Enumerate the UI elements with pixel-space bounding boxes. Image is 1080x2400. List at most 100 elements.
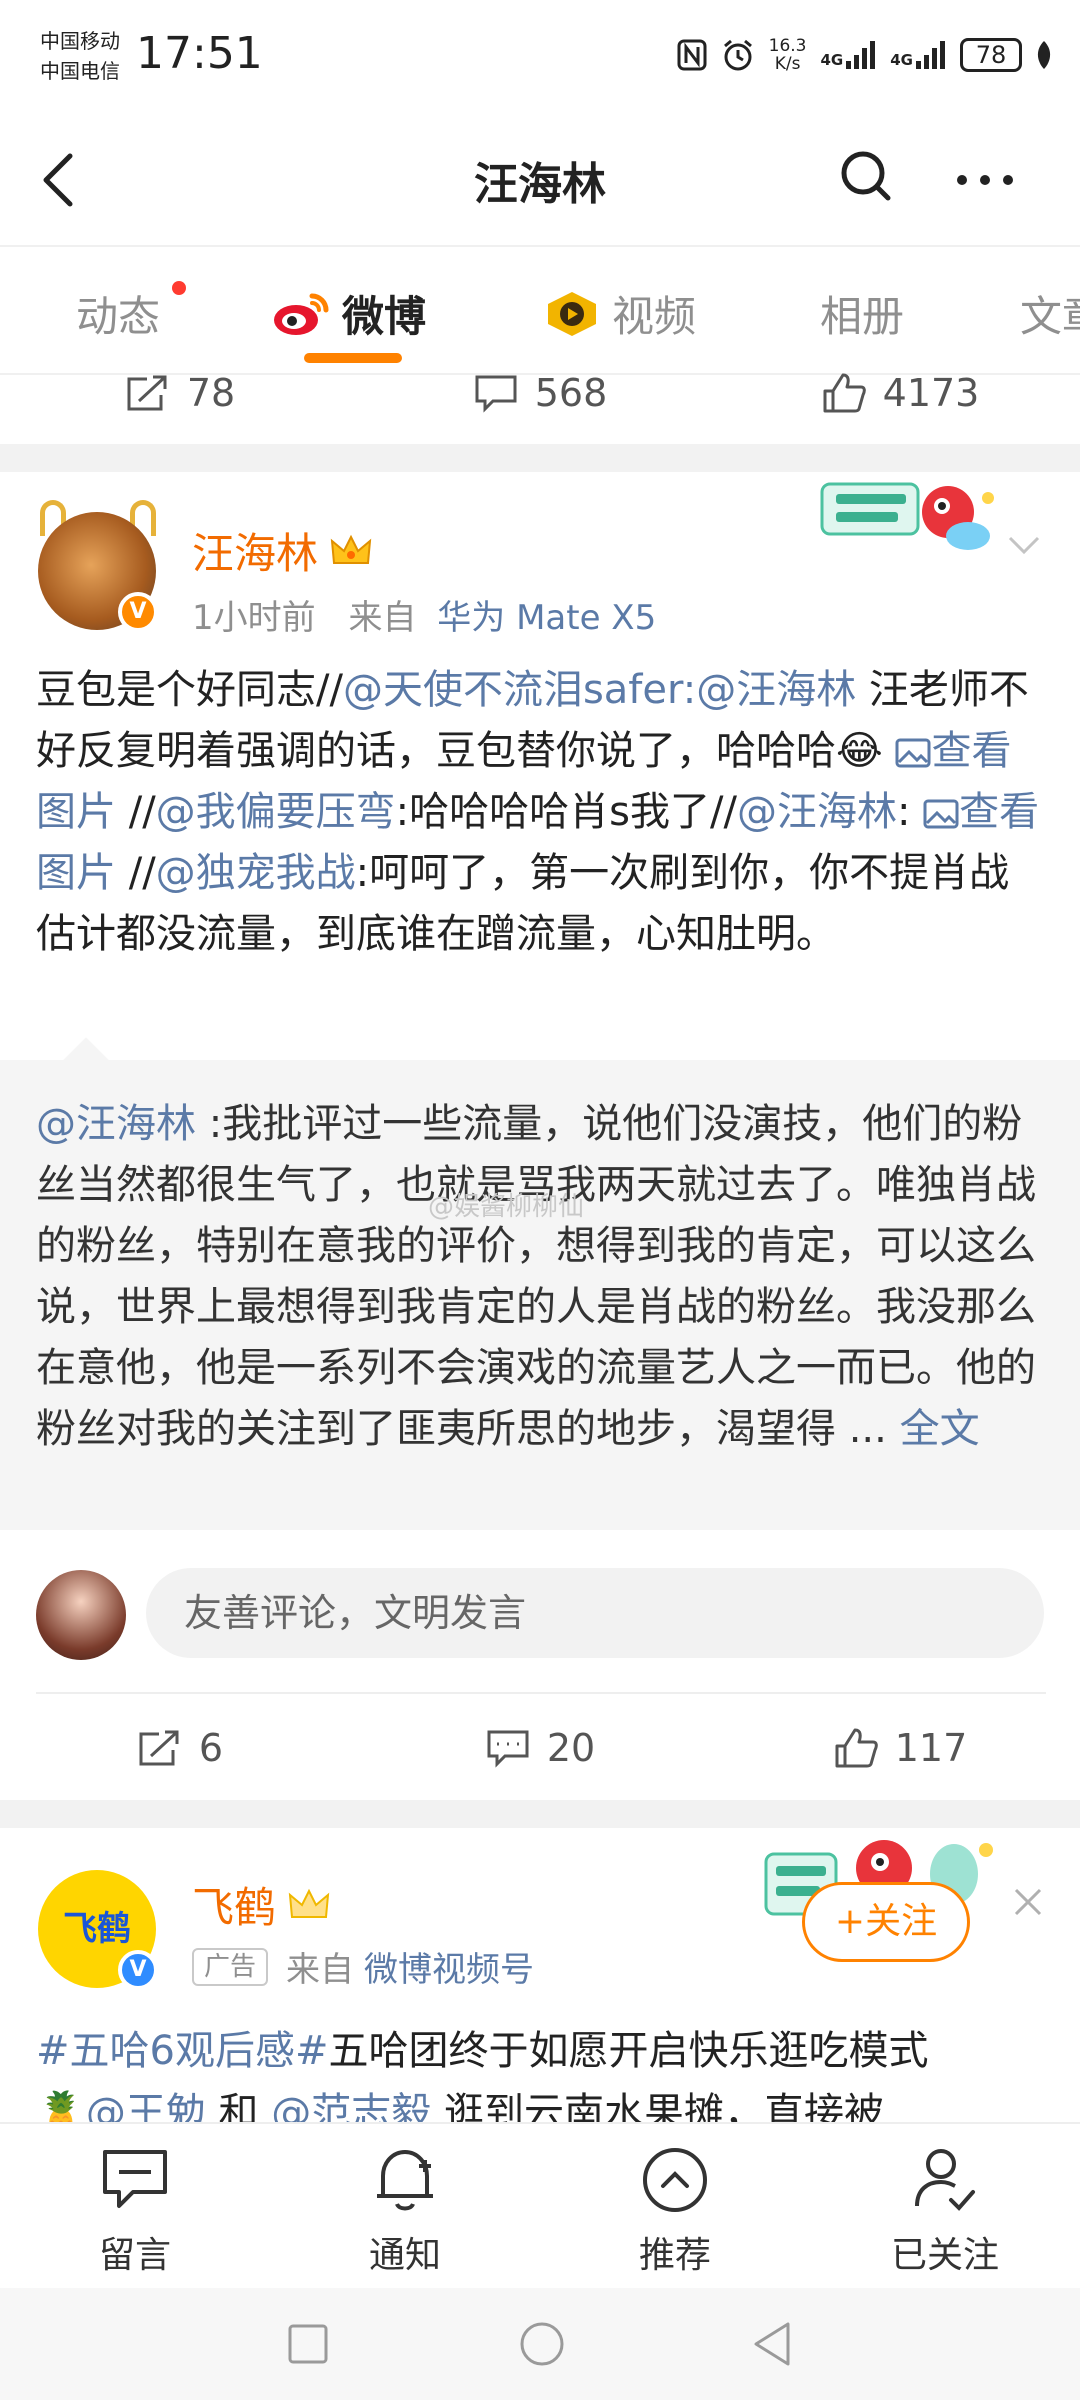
nav-following[interactable]: 已关注 (810, 2124, 1080, 2288)
post-text-segment: // (116, 850, 156, 896)
net-speed-value: 16.3 (768, 36, 807, 56)
ad-text-segment: 和 (205, 2090, 272, 2122)
pineapple-emoji-icon: 🍍 (36, 2090, 86, 2122)
leaf-icon (1037, 41, 1051, 69)
advertiser-name[interactable]: 飞鹤 (192, 1874, 330, 1935)
post-text-segment: :哈哈哈哈肖s我了// (395, 789, 737, 835)
mention-link[interactable]: @我偏要压弯 (156, 789, 396, 835)
profile-tabs: 动态 微博 视频 相册 文章 (0, 245, 1080, 375)
status-bar: 中国移动 中国电信 17:51 16.3 K/s 4G 4G 78 (0, 0, 1080, 110)
status-icons: 16.3 K/s 4G 4G 78 (677, 30, 1052, 80)
my-avatar[interactable] (36, 1570, 126, 1660)
alarm-icon (723, 39, 752, 71)
mention-link[interactable]: @天使不流泪safer: (343, 667, 696, 713)
video-badge-icon (548, 291, 596, 336)
post-actions: 6 20 117 (0, 1712, 1080, 1784)
bottom-nav: 留言 通知 推荐 已关注 (0, 2122, 1080, 2288)
net-speed: 16.3 K/s (769, 37, 807, 73)
comment-input[interactable]: 友善评论，文明发言 (146, 1568, 1044, 1658)
reposted-text-body: :我批评过一些流量，说他们没演技，他们的粉丝当然都很生气了，也就是骂我两天就过去… (36, 1101, 1036, 1452)
ad-text-segment: 逛到云南水果摊，直接被 (431, 2090, 884, 2122)
full-text-link[interactable]: 全文 (900, 1406, 980, 1452)
nav-label: 留言 (98, 2235, 171, 2276)
author-name[interactable]: 汪海林 (192, 520, 372, 581)
net-type-1: 4G (820, 51, 844, 69)
repost-count: 78 (186, 371, 236, 415)
nfc-icon (677, 39, 707, 71)
home-icon[interactable] (518, 2320, 566, 2368)
repost-count: 6 (198, 1726, 224, 1770)
signal-bars-icon (916, 41, 945, 69)
more-options-icon[interactable] (950, 150, 1020, 210)
notification-dot (172, 281, 186, 295)
back-nav-icon[interactable] (750, 2320, 794, 2368)
weibo-logo-icon (274, 293, 329, 335)
like-button[interactable]: 117 (720, 1712, 1080, 1784)
advertiser-logo-text: 飞鹤 (63, 1909, 131, 1949)
verified-badge-icon: V (118, 592, 158, 632)
tab-label: 文章 (1020, 292, 1080, 341)
nav-messages[interactable]: 留言 (0, 2124, 270, 2288)
divider (36, 1692, 1046, 1694)
page-title: 汪海林 (474, 159, 606, 210)
post-source[interactable]: 华为 Mate X5 (437, 598, 656, 638)
bell-icon (377, 2150, 433, 2211)
hashtag-link[interactable]: #五哈6观后感# (36, 2028, 328, 2074)
post-text-segment: : (896, 789, 924, 835)
nav-recommend[interactable]: 推荐 (540, 2124, 810, 2288)
follow-button[interactable]: +关注 (802, 1882, 970, 1962)
post-time: 1小时前 (192, 598, 316, 638)
thumbs-up-icon (835, 1728, 878, 1768)
mention-link[interactable]: @王勉 (86, 2090, 206, 2122)
comment-button[interactable]: 20 (360, 1712, 720, 1784)
author-avatar[interactable]: V (36, 500, 158, 632)
carrier-2: 中国电信 (40, 59, 120, 83)
comment-count: 20 (546, 1726, 596, 1770)
tab-albums[interactable]: 相册 (820, 283, 904, 344)
tab-weibo[interactable]: 微博 (272, 283, 426, 344)
close-icon[interactable] (1010, 1884, 1046, 1920)
image-icon (923, 799, 959, 829)
like-count: 4173 (882, 371, 980, 415)
comment-icon (475, 375, 517, 413)
signal-2: 4G (890, 41, 946, 69)
mention-link[interactable]: @独宠我战 (156, 850, 356, 896)
tab-articles[interactable]: 文章 (1020, 283, 1080, 344)
advertiser-avatar[interactable]: 飞鹤 V (38, 1870, 158, 1990)
thumbs-up-icon (823, 373, 866, 413)
tab-label: 动态 (76, 292, 161, 341)
comment-button[interactable]: 568 (360, 358, 720, 428)
ad-text: #五哈6观后感#五哈团终于如愿开启快乐逛吃模式 🍍@王勉 和 @范志毅 逛到云南… (36, 2020, 1046, 2122)
ad-text-segment: 五哈团终于如愿开启快乐逛吃模式 (328, 2028, 929, 2074)
mention-link[interactable]: @汪海林 (696, 667, 856, 713)
net-speed-unit: K/s (774, 54, 801, 74)
ad-source[interactable]: 微博视频号 (364, 1942, 534, 1991)
nav-notifications[interactable]: 通知 (270, 2124, 540, 2288)
like-button[interactable]: 4173 (720, 358, 1080, 428)
repost-icon (139, 1730, 179, 1766)
watermark: @娱酱柳柳仙 (428, 1192, 585, 1222)
mention-link[interactable]: @汪海林 (737, 789, 897, 835)
chevron-down-icon[interactable] (1004, 530, 1044, 560)
top-header: 汪海林 (0, 110, 1080, 245)
ad-meta: 广告 来自 微博视频号 (192, 1942, 534, 1991)
post-text: 豆包是个好同志//@天使不流泪safer:@汪海林 汪老师不好反复明着强调的话，… (36, 660, 1046, 965)
prev-post-actions: 78 568 4173 (0, 358, 1080, 428)
net-type-2: 4G (890, 51, 913, 69)
mention-link[interactable]: @范志毅 (271, 2090, 431, 2122)
source-prefix: 来自 (286, 1950, 355, 1990)
crown-icon (288, 1888, 330, 1918)
tab-videos[interactable]: 视频 (544, 283, 696, 344)
recent-apps-icon[interactable] (286, 2322, 330, 2366)
message-bubble-icon (103, 2150, 167, 2208)
repost-button[interactable]: 6 (0, 1712, 360, 1784)
reposted-text: @汪海林 :我批评过一些流量，说他们没演技，他们的粉丝当然都很生气了，也就是骂我… (36, 1094, 1048, 1460)
mention-link[interactable]: @汪海林 (36, 1101, 196, 1147)
holiday-badge-icon (820, 482, 994, 550)
user-check-icon (915, 2149, 975, 2211)
repost-button[interactable]: 78 (0, 358, 360, 428)
tab-dynamics[interactable]: 动态 (76, 281, 186, 344)
nav-label: 推荐 (638, 2235, 711, 2276)
tab-label: 微博 (342, 292, 427, 341)
search-icon[interactable] (836, 146, 896, 206)
